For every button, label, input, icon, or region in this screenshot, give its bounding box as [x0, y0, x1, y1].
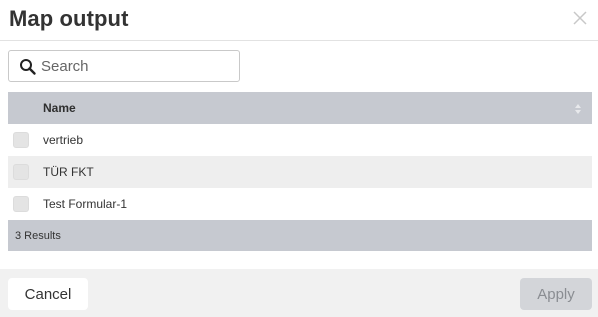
- dialog-header: Map output: [0, 0, 598, 41]
- row-label: TÜR FKT: [43, 165, 94, 179]
- table-row[interactable]: vertrieb: [8, 124, 592, 156]
- map-output-dialog: Map output Name v: [0, 0, 598, 317]
- close-icon[interactable]: [572, 10, 588, 26]
- row-checkbox[interactable]: [13, 196, 29, 212]
- table-row[interactable]: Test Formular-1: [8, 188, 592, 220]
- dialog-footer: Cancel Apply: [0, 269, 598, 317]
- search-box[interactable]: [8, 50, 240, 82]
- column-header-name[interactable]: Name: [43, 101, 76, 115]
- search-icon: [19, 58, 37, 76]
- row-label: vertrieb: [43, 133, 84, 147]
- cancel-button[interactable]: Cancel: [8, 278, 88, 310]
- row-label: Test Formular-1: [43, 197, 128, 211]
- row-checkbox[interactable]: [13, 164, 29, 180]
- table-footer: 3 Results: [8, 220, 592, 251]
- table-row[interactable]: TÜR FKT: [8, 156, 592, 188]
- search-input[interactable]: [41, 56, 231, 77]
- row-checkbox[interactable]: [13, 132, 29, 148]
- apply-button[interactable]: Apply: [520, 278, 592, 310]
- table-header: Name: [8, 92, 592, 124]
- results-count: 3 Results: [15, 230, 61, 242]
- output-table: Name vertrieb TÜR FKT Test Formular-1 3 …: [8, 92, 592, 251]
- dialog-title: Map output: [9, 6, 129, 31]
- sort-icon[interactable]: [574, 102, 582, 114]
